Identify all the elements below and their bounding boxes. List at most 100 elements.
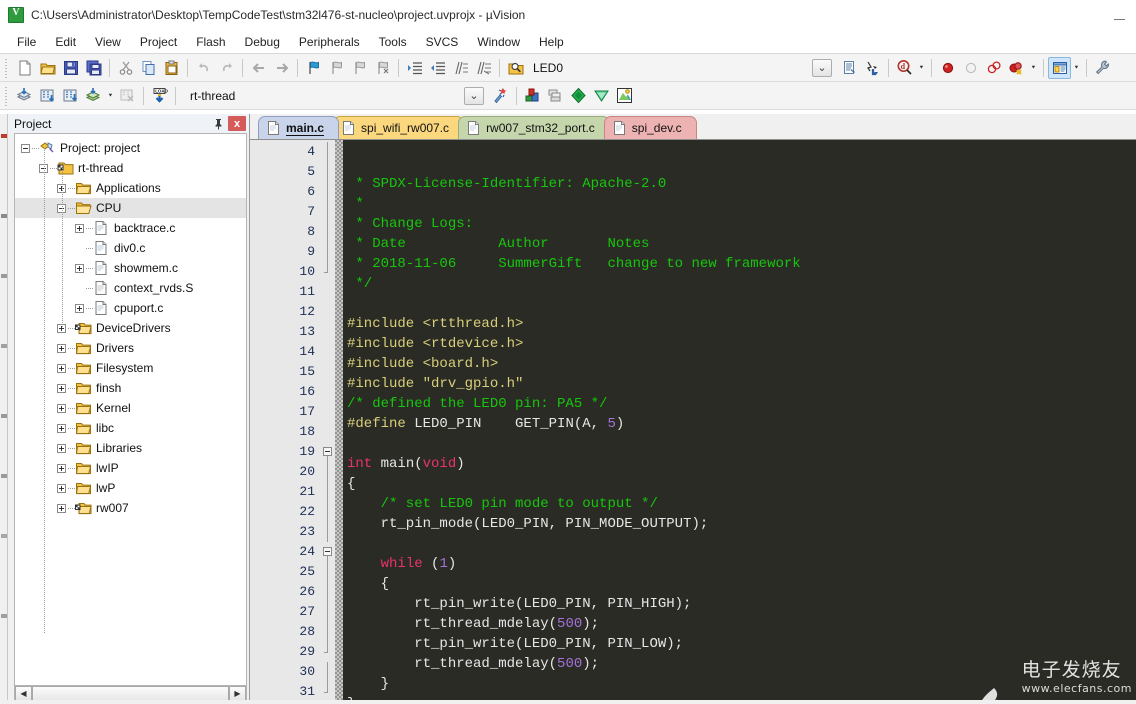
fold-cell[interactable] <box>322 662 335 682</box>
code-text[interactable]: * SPDX-License-Identifier: Apache-2.0 * … <box>343 140 1136 704</box>
hscroll-thumb[interactable] <box>32 686 229 701</box>
rebuild-icon[interactable] <box>59 85 82 107</box>
toolbar-grip[interactable] <box>4 57 10 78</box>
target-dropdown-button[interactable] <box>812 58 832 77</box>
tree-item[interactable]: CPU <box>15 198 246 218</box>
fold-cell[interactable] <box>322 622 335 642</box>
navigate-forward-icon[interactable] <box>270 57 293 79</box>
fold-cell[interactable] <box>322 502 335 522</box>
fold-toggle-icon[interactable] <box>323 447 332 456</box>
bookmark-clear-icon[interactable] <box>371 57 394 79</box>
project-dropdown-button[interactable] <box>464 86 484 105</box>
tree-item[interactable]: cpuport.c <box>15 298 246 318</box>
pack-manager-icon[interactable] <box>613 85 636 107</box>
fold-cell[interactable] <box>322 162 335 182</box>
menu-item-window[interactable]: Window <box>468 32 529 52</box>
indent-decrease-icon[interactable] <box>426 57 449 79</box>
batch-build-dropdown-arrow[interactable] <box>105 85 116 107</box>
fold-cell[interactable] <box>322 582 335 602</box>
expand-icon[interactable] <box>75 303 84 313</box>
scroll-right-arrow[interactable]: ▶ <box>229 686 246 701</box>
target-options-icon[interactable] <box>838 57 861 79</box>
fold-cell[interactable] <box>322 262 335 282</box>
stop-build-icon[interactable] <box>116 85 139 107</box>
fold-cell[interactable] <box>322 202 335 222</box>
fold-cell[interactable] <box>322 282 335 302</box>
tree-item[interactable]: Libraries <box>15 438 246 458</box>
fold-cell[interactable] <box>322 682 335 702</box>
tree-item[interactable]: Applications <box>15 178 246 198</box>
disable-all-breakpoints-icon[interactable] <box>1005 57 1028 79</box>
fold-cell[interactable] <box>322 342 335 362</box>
download-icon[interactable]: LOAD <box>148 85 171 107</box>
tree-item[interactable]: showmem.c <box>15 258 246 278</box>
undo-icon[interactable] <box>192 57 215 79</box>
comment-lines-icon[interactable] <box>449 57 472 79</box>
menu-item-help[interactable]: Help <box>530 32 573 52</box>
tree-item[interactable]: Drivers <box>15 338 246 358</box>
menu-item-project[interactable]: Project <box>131 32 186 52</box>
start-debug-icon[interactable] <box>489 85 512 107</box>
open-folder-icon[interactable] <box>36 57 59 79</box>
editor-tab[interactable]: spi_dev.c <box>603 116 697 139</box>
fold-cell[interactable] <box>322 182 335 202</box>
scroll-left-arrow[interactable]: ◀ <box>15 686 32 701</box>
project-tree[interactable]: Project: project rt-thread Applications CPU… <box>14 133 247 685</box>
tree-item[interactable]: Kernel <box>15 398 246 418</box>
redo-icon[interactable] <box>215 57 238 79</box>
menu-item-svcs[interactable]: SVCS <box>417 32 468 52</box>
fold-cell[interactable] <box>322 562 335 582</box>
batch-build-icon[interactable] <box>82 85 105 107</box>
tree-item[interactable]: rw007 <box>15 498 246 518</box>
editor-tab[interactable]: main.c <box>258 116 340 139</box>
collapse-icon[interactable] <box>21 143 30 153</box>
menu-item-file[interactable]: File <box>8 32 45 52</box>
build-toolbar-grip[interactable] <box>4 85 10 106</box>
minimize-button[interactable] <box>1102 0 1136 30</box>
tree-item[interactable]: rt-thread <box>15 158 246 178</box>
cut-icon[interactable] <box>114 57 137 79</box>
tree-item[interactable]: libc <box>15 418 246 438</box>
menu-item-tools[interactable]: Tools <box>370 32 416 52</box>
configuration-wizard-icon[interactable]: d <box>893 57 916 79</box>
close-icon[interactable]: x <box>228 116 246 131</box>
fold-cell[interactable] <box>322 442 335 462</box>
target-options-build-icon[interactable] <box>521 85 544 107</box>
wrench-settings-icon[interactable] <box>1091 57 1114 79</box>
save-all-icon[interactable] <box>82 57 105 79</box>
expand-icon[interactable] <box>57 403 66 413</box>
bookmark-toggle-icon[interactable] <box>302 57 325 79</box>
navigate-back-icon[interactable] <box>247 57 270 79</box>
fold-cell[interactable] <box>322 242 335 262</box>
find-symbol-icon[interactable] <box>861 57 884 79</box>
tree-item[interactable]: Project: project <box>15 138 246 158</box>
paste-icon[interactable] <box>160 57 183 79</box>
indent-increase-icon[interactable] <box>403 57 426 79</box>
fold-cell[interactable] <box>322 322 335 342</box>
translate-icon[interactable] <box>13 85 36 107</box>
fold-cell[interactable] <box>322 462 335 482</box>
disable-breakpoint-icon[interactable] <box>959 57 982 79</box>
expand-icon[interactable] <box>57 343 66 353</box>
pin-icon[interactable] <box>210 116 226 132</box>
tree-item[interactable]: backtrace.c <box>15 218 246 238</box>
insert-breakpoint-icon[interactable] <box>936 57 959 79</box>
expand-icon[interactable] <box>75 263 84 273</box>
editor-tab[interactable]: rw007_stm32_port.c <box>458 116 610 139</box>
menu-item-flash[interactable]: Flash <box>187 32 234 52</box>
bookmark-prev-icon[interactable] <box>325 57 348 79</box>
fold-cell[interactable] <box>322 302 335 322</box>
find-in-files-icon[interactable] <box>504 57 527 79</box>
window-layout-dropdown-arrow[interactable] <box>1071 57 1082 79</box>
fold-cell[interactable] <box>322 602 335 622</box>
hscroll-track[interactable] <box>32 686 229 701</box>
config-dropdown-arrow[interactable] <box>916 57 927 79</box>
fold-cell[interactable] <box>322 362 335 382</box>
fold-cell[interactable] <box>322 402 335 422</box>
pack-installer-icon[interactable] <box>567 85 590 107</box>
docked-panel-strip[interactable] <box>0 114 8 704</box>
fold-cell[interactable] <box>322 142 335 162</box>
manage-runtime-icon[interactable] <box>590 85 613 107</box>
tree-item[interactable]: Filesystem <box>15 358 246 378</box>
tree-item[interactable]: lwP <box>15 478 246 498</box>
